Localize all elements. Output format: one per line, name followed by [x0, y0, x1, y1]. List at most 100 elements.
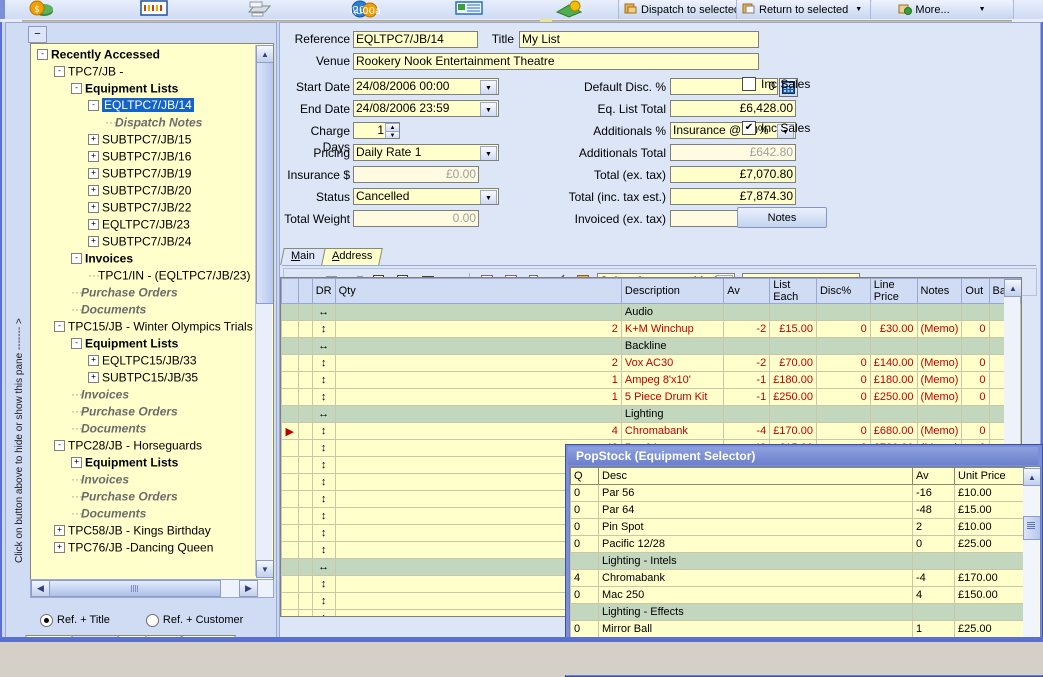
popstock-cell-desc[interactable]: Par 56 — [599, 485, 913, 502]
cell-dr[interactable]: ↕ — [312, 610, 335, 618]
cell-disc[interactable]: 0 — [816, 355, 870, 372]
popstock-cell-desc[interactable]: Lighting - Effects — [599, 604, 913, 621]
scroll-up-button[interactable]: ▲ — [1023, 468, 1041, 486]
tree-item[interactable]: -EQLTPC7/JB/14 — [31, 97, 255, 114]
popstock-row[interactable]: 0Mac 2504£150.00 — [571, 587, 1025, 604]
tree-horizontal-scrollbar[interactable]: ◀ ▶ — [30, 579, 274, 598]
row-header[interactable]: ▶ — [282, 423, 299, 440]
tree-item[interactable]: +SUBTPC7/JB/15 — [31, 131, 255, 148]
popstock-col-q[interactable]: Q — [571, 468, 599, 485]
tree-item[interactable]: +SUBTPC7/JB/19 — [31, 165, 255, 182]
popstock-cell-desc[interactable]: Pacific 12/28 — [599, 536, 913, 553]
search-mode-radio-group[interactable]: Ref. + TitleRef. + Customer — [30, 609, 272, 631]
table-row[interactable]: ↔Backline — [282, 338, 1021, 355]
chevron-down-icon[interactable]: ▼ — [480, 80, 497, 95]
tree-expander-icon[interactable]: + — [88, 355, 99, 366]
tree-item[interactable]: -TPC28/JB - Horseguards — [31, 437, 255, 454]
popstock-cell-q[interactable]: 0 — [571, 536, 599, 553]
cell-description[interactable]: K+M Winchup — [621, 321, 723, 338]
row-header[interactable] — [282, 542, 299, 559]
tree-item[interactable]: -Recently Accessed — [31, 46, 255, 63]
cell-list-each[interactable]: £170.00 — [770, 423, 817, 440]
tree-expander-icon[interactable]: - — [54, 440, 65, 451]
popstock-row[interactable]: Lighting - Intels — [571, 553, 1025, 570]
tree-expander-icon[interactable]: + — [88, 185, 99, 196]
cell-qty[interactable]: 1 — [335, 389, 621, 406]
popstock-row[interactable]: 0Par 64-48£15.00 — [571, 502, 1025, 519]
money-icon[interactable]: $ — [28, 0, 62, 18]
chevron-down-icon[interactable]: ▼ — [480, 146, 497, 161]
table-row[interactable]: ↔Audio — [282, 304, 1021, 321]
cell-notes[interactable]: (Memo) — [917, 372, 962, 389]
tree-item[interactable]: ···Documents — [31, 505, 255, 522]
row-header[interactable] — [282, 457, 299, 474]
popstock-cell-q[interactable] — [571, 604, 599, 621]
tree-expander-icon[interactable]: + — [88, 134, 99, 145]
scroll-right-button[interactable]: ▶ — [239, 580, 258, 597]
popstock-row[interactable]: 4Chromabank-4£170.00 — [571, 570, 1025, 587]
popstock-cell-desc[interactable]: Par 64 — [599, 502, 913, 519]
cell-dr[interactable]: ↕ — [312, 423, 335, 440]
cell-qty[interactable]: 2 — [335, 355, 621, 372]
scroll-down-button[interactable]: ▼ — [256, 560, 274, 578]
row-header[interactable] — [282, 559, 299, 576]
cell-dr[interactable]: ↕ — [312, 542, 335, 559]
inc-sales-checkbox-2[interactable]: ✔ Inc Sales — [742, 121, 810, 135]
tree-item[interactable]: +TPC76/JB -Dancing Queen — [31, 539, 255, 556]
charge-days-input[interactable]: 1 ▲ ▼ — [353, 122, 400, 139]
title-input[interactable]: My List — [519, 31, 759, 48]
tree-item[interactable]: +SUBTPC7/JB/16 — [31, 148, 255, 165]
status-select[interactable]: Cancelled ▼ — [353, 188, 499, 205]
popstock-row[interactable]: 0Pacific 12/280£25.00 — [571, 536, 1025, 553]
radio-indicator[interactable] — [40, 614, 53, 627]
cell-dr[interactable]: ↔ — [312, 406, 335, 423]
tree-scroll-thumb[interactable] — [256, 62, 274, 304]
popstock-cell-q[interactable]: 0 — [571, 621, 599, 638]
grid-col-qty[interactable]: Qty — [335, 279, 621, 304]
cell-dr[interactable]: ↕ — [312, 525, 335, 542]
chevron-down-icon[interactable]: ▼ — [855, 6, 862, 13]
tree-expander-icon[interactable]: + — [88, 202, 99, 213]
cell-description[interactable]: Ampeg 8'x10' — [621, 372, 723, 389]
cell-description[interactable]: Vox AC30 — [621, 355, 723, 372]
tree-item[interactable]: -Equipment Lists — [31, 80, 255, 97]
cell-description[interactable]: 5 Piece Drum Kit — [621, 389, 723, 406]
table-row[interactable]: ↕2Vox AC30-2£70.000£140.00(Memo)00 — [282, 355, 1021, 372]
tree-item[interactable]: ···TPC1/IN - (EQLTPC7/JB/23) — [31, 267, 255, 284]
quantity-stepper[interactable]: ▲ ▼ — [385, 123, 398, 139]
chevron-down-icon[interactable]: ▼ — [979, 6, 986, 13]
grid-col-dr[interactable]: DR — [312, 279, 335, 304]
scroll-up-button[interactable]: ▲ — [1004, 279, 1022, 297]
row-header[interactable] — [282, 338, 299, 355]
cell-dr[interactable]: ↕ — [312, 491, 335, 508]
grid-col-out[interactable]: Out — [962, 279, 989, 304]
grid-col-disc[interactable]: Disc% — [816, 279, 870, 304]
popstock-cell-desc[interactable]: Pin Spot — [599, 519, 913, 536]
cell-dr[interactable]: ↔ — [312, 338, 335, 355]
table-row[interactable]: ↕15 Piece Drum Kit-1£250.000£250.00(Memo… — [282, 389, 1021, 406]
cell-disc[interactable]: 0 — [816, 423, 870, 440]
row-header[interactable] — [282, 610, 299, 618]
cell-list-each[interactable]: £15.00 — [770, 321, 817, 338]
popstock-scroll-thumb[interactable] — [1023, 516, 1041, 540]
more-button[interactable]: More... ▼ — [870, 0, 1014, 20]
row-header[interactable] — [282, 321, 299, 338]
row-header[interactable] — [282, 304, 299, 321]
popstock-cell-q[interactable]: 0 — [571, 502, 599, 519]
scroll-left-button[interactable]: ◀ — [31, 580, 50, 597]
inc-sales-checkbox-1[interactable]: Inc Sales — [742, 77, 810, 91]
detail-tabs[interactable]: MainAddress — [282, 248, 1036, 266]
popstock-cell-desc[interactable]: Lighting - Intels — [599, 553, 913, 570]
cell-notes[interactable]: (Memo) — [917, 423, 962, 440]
row-header[interactable] — [282, 508, 299, 525]
popstock-col-unitprice[interactable]: Unit Price — [955, 468, 1025, 485]
cell-disc[interactable]: 0 — [816, 389, 870, 406]
row-header[interactable] — [282, 525, 299, 542]
printer-icon[interactable] — [245, 0, 279, 18]
cell-description[interactable]: Audio — [621, 304, 723, 321]
cell-dr[interactable]: ↕ — [312, 576, 335, 593]
popstock-row[interactable]: 0Par 56-16£10.00 — [571, 485, 1025, 502]
radio-ref-title[interactable]: Ref. + Title — [40, 614, 110, 627]
tree-item[interactable]: +EQLTPC15/JB/33 — [31, 352, 255, 369]
tree-item[interactable]: ···Invoices — [31, 471, 255, 488]
